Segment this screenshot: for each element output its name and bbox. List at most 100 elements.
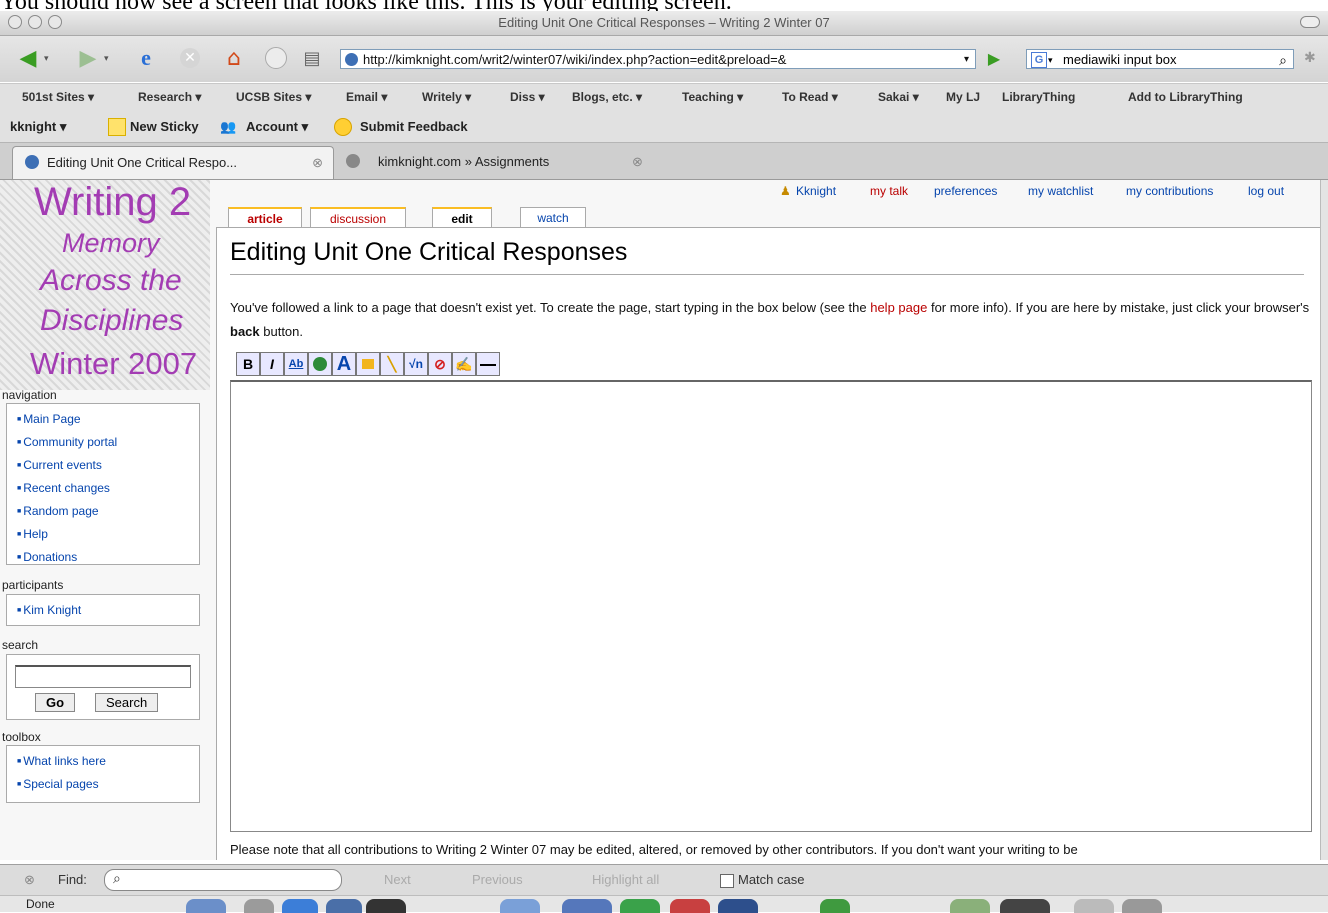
log-out-link[interactable]: log out	[1248, 184, 1284, 198]
bookmark-folder[interactable]: Blogs, etc. ▾	[572, 90, 642, 104]
url-text: http://kimknight.com/writ2/winter07/wiki…	[363, 52, 787, 67]
search-button[interactable]: Search	[95, 693, 159, 712]
search-heading: search	[2, 638, 39, 652]
bookmark-link[interactable]: My LJ	[946, 90, 980, 104]
tab-watch[interactable]: watch	[520, 207, 586, 227]
horizontal-line-icon[interactable]	[476, 352, 500, 376]
submit-feedback-button[interactable]: Submit Feedback	[360, 119, 468, 134]
google-engine-icon[interactable]: G	[1031, 52, 1047, 68]
participant-link[interactable]: Kim Knight	[17, 599, 199, 622]
find-bar: ⊗ Find: ⌕ Next Previous Highlight all Ma…	[0, 864, 1328, 895]
globe-icon	[346, 154, 360, 168]
sidebar-item-current-events[interactable]: Current events	[17, 454, 199, 477]
bookmark-folder[interactable]: Teaching ▾	[682, 90, 743, 104]
tab-assignments[interactable]: kimknight.com » Assignments ⊗	[338, 146, 658, 178]
find-input[interactable]: ⌕	[104, 869, 342, 891]
history-clock-icon[interactable]	[262, 44, 290, 72]
math-formula-icon[interactable]: √n	[404, 352, 428, 376]
sidebar-item-main-page[interactable]: Main Page	[17, 408, 199, 431]
tab-label: kimknight.com » Assignments	[378, 154, 550, 169]
user-page-link[interactable]: Kknight	[796, 184, 836, 198]
account-menu[interactable]: Account ▾	[246, 119, 308, 135]
back-button[interactable]: ◀	[14, 44, 42, 72]
logo-line: Disciplines	[40, 304, 184, 337]
url-bar[interactable]: http://kimknight.com/writ2/winter07/wiki…	[340, 49, 976, 69]
bookmark-folder[interactable]: Writely ▾	[422, 90, 471, 104]
highlight-all-button[interactable]: Highlight all	[592, 872, 659, 887]
italic-button[interactable]: I	[260, 352, 284, 376]
toolbox-what-links-here[interactable]: What links here	[17, 750, 199, 773]
sidebar-item-random-page[interactable]: Random page	[17, 500, 199, 523]
main-content-box: Editing Unit One Critical Responses You'…	[216, 227, 1320, 860]
forward-history-dropdown[interactable]: ▾	[104, 54, 109, 64]
site-globe-icon	[345, 53, 358, 66]
engine-dropdown-icon[interactable]: ▾	[1048, 50, 1053, 70]
stop-button[interactable]: ✕	[176, 44, 204, 72]
page-scrollbar[interactable]	[1320, 180, 1328, 860]
page-title: Editing Unit One Critical Responses	[230, 238, 628, 266]
print-icon[interactable]: ▤	[298, 44, 326, 72]
url-history-dropdown[interactable]: ▾	[964, 50, 969, 68]
bookmark-folder[interactable]: UCSB Sites ▾	[236, 90, 311, 104]
bookmark-folder[interactable]: Diss ▾	[510, 90, 545, 104]
signature-icon[interactable]: ✍	[452, 352, 476, 376]
sidebar-item-community-portal[interactable]: Community portal	[17, 431, 199, 454]
bookmark-link[interactable]: LibraryThing	[1002, 90, 1075, 104]
embedded-image-icon[interactable]	[356, 352, 380, 376]
logo-line: Memory	[62, 228, 160, 258]
headline-icon[interactable]: A	[332, 352, 356, 376]
bookmark-link[interactable]: Add to LibraryThing	[1128, 90, 1243, 104]
find-next-button[interactable]: Next	[384, 872, 411, 887]
contribution-note: Please note that all contributions to Wr…	[230, 842, 1078, 857]
sidebar-item-donations[interactable]: Donations	[17, 546, 199, 569]
search-engine-box[interactable]: G ▾ mediawiki input box ⌕	[1026, 49, 1294, 69]
intro-text: You've followed a link to a page that do…	[230, 296, 1310, 344]
bold-button[interactable]: B	[236, 352, 260, 376]
reload-icon[interactable]: e	[132, 44, 160, 72]
toolbox-special-pages[interactable]: Special pages	[17, 773, 199, 796]
sidebar-item-recent-changes[interactable]: Recent changes	[17, 477, 199, 500]
help-page-link[interactable]: help page	[870, 300, 927, 315]
home-icon[interactable]: ⌂	[220, 44, 248, 72]
user-menu[interactable]: kknight ▾	[10, 119, 66, 135]
account-people-icon: 👥	[220, 119, 237, 134]
preferences-link[interactable]: preferences	[934, 184, 997, 198]
intro-bold: back	[230, 324, 260, 339]
bookmark-folder[interactable]: 501st Sites ▾	[22, 90, 94, 104]
bookmark-folder[interactable]: Email ▾	[346, 90, 387, 104]
back-history-dropdown[interactable]: ▾	[44, 54, 49, 64]
sidebar-search-input[interactable]	[15, 665, 191, 688]
site-logo[interactable]: Writing 2 Memory Across the Disciplines …	[0, 180, 210, 390]
close-find-icon[interactable]: ⊗	[24, 872, 35, 888]
my-talk-link[interactable]: my talk	[870, 184, 908, 198]
match-case-checkbox[interactable]	[720, 874, 734, 888]
tab-editing-page[interactable]: Editing Unit One Critical Respo... ⊗	[12, 146, 334, 179]
go-button[interactable]: Go	[35, 693, 76, 712]
sidebar-item-help[interactable]: Help	[17, 523, 199, 546]
throbber-icon: ✱	[1304, 50, 1316, 66]
toolbar-toggle-button[interactable]	[1300, 16, 1320, 28]
bookmark-folder[interactable]: To Read ▾	[782, 90, 838, 104]
logo-line: Writing 2	[34, 180, 192, 224]
tab-close-icon[interactable]: ⊗	[312, 147, 323, 179]
go-arrow-button[interactable]: ▶	[980, 44, 1008, 72]
bookmark-folder[interactable]: Research ▾	[138, 90, 201, 104]
find-previous-button[interactable]: Previous	[472, 872, 523, 887]
bookmark-folder[interactable]: Sakai ▾	[878, 90, 919, 104]
external-link-icon[interactable]	[308, 352, 332, 376]
tab-close-icon[interactable]: ⊗	[632, 146, 643, 178]
forward-button[interactable]: ▶	[74, 44, 102, 72]
media-file-icon[interactable]: ╲	[380, 352, 404, 376]
tab-discussion[interactable]: discussion	[310, 207, 406, 227]
my-contributions-link[interactable]: my contributions	[1126, 184, 1213, 198]
wikitext-editor[interactable]	[230, 380, 1312, 832]
search-portlet: Go Search	[6, 654, 200, 720]
new-sticky-button[interactable]: New Sticky	[130, 119, 199, 134]
my-watchlist-link[interactable]: my watchlist	[1028, 184, 1093, 198]
tab-article[interactable]: article	[228, 207, 302, 227]
internal-link-button[interactable]: Ab	[284, 352, 308, 376]
nowiki-icon[interactable]: ⊘	[428, 352, 452, 376]
user-icon: ♟	[780, 184, 791, 198]
tab-edit[interactable]: edit	[432, 207, 492, 227]
magnifier-icon[interactable]: ⌕	[1279, 50, 1287, 70]
